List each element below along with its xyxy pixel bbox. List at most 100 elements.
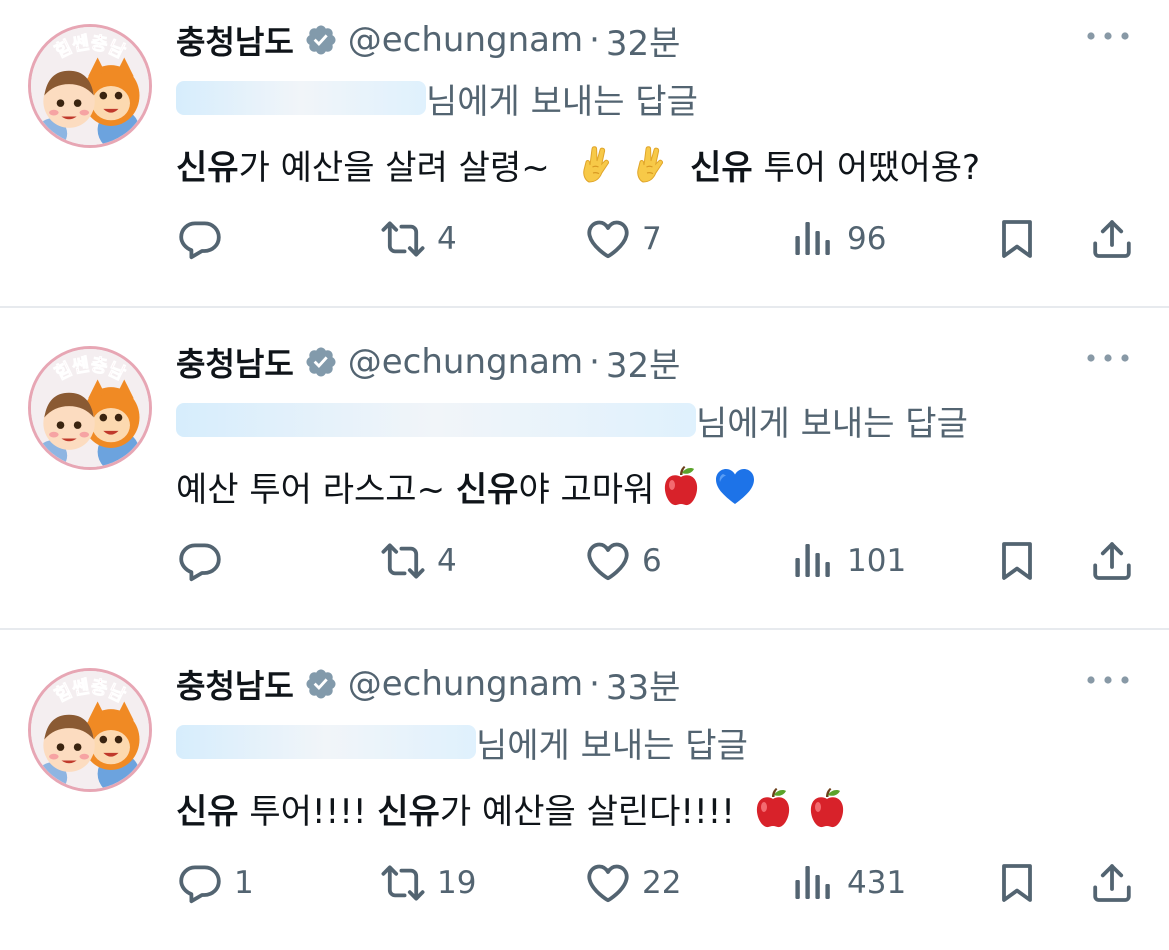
- verified-badge-icon: [304, 345, 338, 379]
- blue-heart-emoji: [713, 464, 757, 508]
- like-button[interactable]: 7: [584, 208, 662, 270]
- reply-icon: [176, 215, 224, 263]
- text-segment: 가 예산을 살려 살령~: [238, 147, 572, 188]
- reply-button[interactable]: 1: [176, 852, 254, 914]
- author-handle[interactable]: @echungnam: [348, 20, 583, 60]
- reply-label: 님에게 보내는 답글: [426, 81, 698, 122]
- retweet-icon: [379, 215, 427, 263]
- bold-text: 신유: [176, 791, 239, 832]
- retweet-icon: [379, 859, 427, 907]
- like-icon: [584, 215, 632, 263]
- divider: [0, 306, 1169, 308]
- text-segment: 예산 투어 라스고~: [176, 469, 456, 510]
- verified-badge-icon: [304, 667, 338, 701]
- reply-icon: [176, 859, 224, 907]
- bold-text: 신유: [690, 147, 753, 188]
- like-button[interactable]: 6: [584, 530, 662, 592]
- share-button[interactable]: [1088, 208, 1136, 270]
- more-icon[interactable]: [1083, 24, 1133, 48]
- like-count: 22: [642, 865, 682, 901]
- redacted-mention: [176, 81, 426, 115]
- reply-label: 님에게 보내는 답글: [476, 725, 748, 766]
- author-handle[interactable]: @echungnam: [348, 342, 583, 382]
- separator-dot: ·: [589, 20, 600, 60]
- timestamp[interactable]: 33분: [606, 660, 681, 709]
- tweet-text: 신유 가 예산을 살려 살령~ 신유 투어 어땠어용?: [176, 136, 980, 192]
- tweet-header: 충청남도 @echungnam · 32분: [176, 336, 680, 388]
- bookmark-button[interactable]: [993, 530, 1041, 592]
- author-name[interactable]: 충청남도: [176, 339, 294, 385]
- red-apple-emoji: [805, 786, 849, 830]
- author-name[interactable]: 충청남도: [176, 17, 294, 63]
- views-button[interactable]: 431: [789, 852, 906, 914]
- timestamp[interactable]: 32분: [606, 338, 681, 387]
- views-count: 101: [847, 543, 907, 579]
- retweet-button[interactable]: 4: [379, 530, 457, 592]
- author-handle[interactable]: @echungnam: [348, 664, 583, 704]
- text-segment: 투어!!!!: [238, 791, 378, 832]
- separator-dot: ·: [589, 342, 600, 382]
- like-button[interactable]: 22: [584, 852, 681, 914]
- tweet-header: 충청남도 @echungnam · 33분: [176, 658, 680, 710]
- tweet-header: 충청남도 @echungnam · 32분: [176, 14, 680, 66]
- more-icon[interactable]: [1083, 668, 1133, 692]
- timestamp[interactable]: 32분: [606, 16, 681, 65]
- like-count: 6: [642, 543, 662, 579]
- bold-text: 신유: [176, 147, 239, 188]
- share-button[interactable]: [1088, 852, 1136, 914]
- views-button[interactable]: 101: [789, 530, 906, 592]
- views-icon: [789, 215, 837, 263]
- tweet[interactable]: 힘쎈충남 충청남도 @echungnam · 32분님에게 보내는 답글예산 투어 라스…: [0, 322, 1169, 628]
- avatar[interactable]: 힘쎈충남: [28, 24, 152, 148]
- like-icon: [584, 859, 632, 907]
- author-name[interactable]: 충청남도: [176, 661, 294, 707]
- share-button[interactable]: [1088, 530, 1136, 592]
- text-segment: 야 고마워: [518, 469, 655, 510]
- bold-text: 신유: [455, 469, 519, 510]
- reply-context: 님에게 보내는 답글: [176, 716, 748, 768]
- text-segment: [679, 144, 690, 184]
- divider: [0, 628, 1169, 630]
- bookmark-button[interactable]: [993, 852, 1041, 914]
- bold-text: 신유: [377, 791, 440, 832]
- retweet-icon: [379, 537, 427, 585]
- redacted-mention: [176, 725, 476, 759]
- retweet-button[interactable]: 19: [379, 852, 476, 914]
- action-bar: 4 6 101: [176, 530, 1146, 592]
- reply-label: 님에게 보내는 답글: [696, 403, 968, 444]
- tweet-text: 예산 투어 라스고~ 신유 야 고마워: [176, 458, 762, 514]
- red-apple-emoji: [751, 786, 795, 830]
- text-segment: 가 예산을 살린다!!!!: [439, 791, 746, 832]
- red-apple-emoji: [659, 464, 703, 508]
- reply-button[interactable]: [176, 530, 234, 592]
- bookmark-icon: [993, 859, 1041, 907]
- bookmark-icon: [993, 537, 1041, 585]
- reply-button[interactable]: [176, 208, 234, 270]
- bookmark-icon: [993, 215, 1041, 263]
- views-button[interactable]: 96: [789, 208, 886, 270]
- separator-dot: ·: [589, 664, 600, 704]
- reply-count: 1: [234, 865, 254, 901]
- reply-icon: [176, 537, 224, 585]
- tweet[interactable]: 힘쎈충남 충청남도 @echungnam · 32분 님에게 보내는 답글 신유 가 예산을 …: [0, 0, 1169, 306]
- crossed-fingers-emoji: [576, 142, 620, 186]
- action-bar: 4 7 96: [176, 208, 1146, 270]
- reply-context: 님에게 보내는 답글: [176, 72, 698, 124]
- retweet-count: 4: [437, 543, 457, 579]
- tweet-text: 신유 투어!!!! 신유 가 예산을 살린다!!!!: [176, 780, 854, 836]
- bookmark-button[interactable]: [993, 208, 1041, 270]
- reply-context: 님에게 보내는 답글: [176, 394, 968, 446]
- like-icon: [584, 537, 632, 585]
- verified-badge-icon: [304, 23, 338, 57]
- share-icon: [1088, 859, 1136, 907]
- retweet-button[interactable]: 4: [379, 208, 457, 270]
- redacted-mention: [176, 403, 696, 437]
- avatar[interactable]: 힘쎈충남: [28, 346, 152, 470]
- text-segment: 투어 어땠어용?: [752, 147, 981, 188]
- avatar[interactable]: 힘쎈충남: [28, 668, 152, 792]
- views-icon: [789, 859, 837, 907]
- tweet[interactable]: 힘쎈충남 충청남도 @echungnam · 33분님에게 보내는 답글신유 투어!!!…: [0, 644, 1169, 950]
- more-icon[interactable]: [1083, 346, 1133, 370]
- share-icon: [1088, 537, 1136, 585]
- like-count: 7: [642, 221, 662, 257]
